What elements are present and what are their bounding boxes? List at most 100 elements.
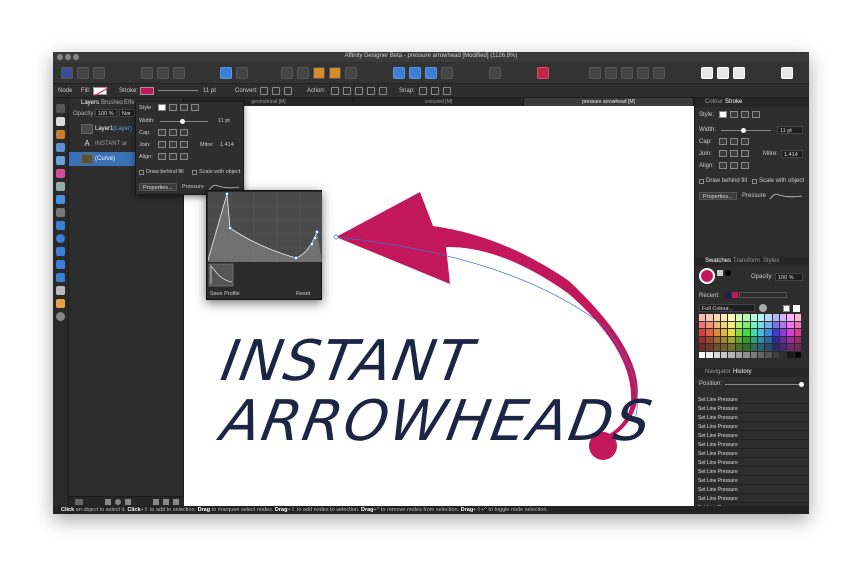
colour-swatch[interactable] xyxy=(728,314,735,321)
properties-button[interactable]: Properties... xyxy=(699,192,737,200)
colour-swatch[interactable] xyxy=(728,321,735,328)
reset-button[interactable]: Reset xyxy=(296,291,310,297)
tab-stroke[interactable]: Stroke xyxy=(725,99,742,105)
boolean-xor-icon[interactable] xyxy=(637,67,649,79)
colour-swatch[interactable] xyxy=(706,336,713,343)
canvas[interactable]: INSTANT ARROWHEADS xyxy=(184,106,694,506)
solid-line-style-icon[interactable] xyxy=(730,111,738,118)
opacity-field[interactable]: 100 % xyxy=(775,273,803,281)
colour-swatch[interactable] xyxy=(713,351,721,358)
mitre-value[interactable]: 1.414 xyxy=(220,142,234,148)
history-item[interactable]: Set Line Pressure xyxy=(695,440,809,449)
colour-picker-icon[interactable] xyxy=(717,270,723,276)
colour-swatch[interactable] xyxy=(728,351,735,358)
pixel-persona-icon[interactable] xyxy=(77,67,89,79)
assistant-icon[interactable] xyxy=(781,67,793,79)
export-persona-icon[interactable] xyxy=(93,67,105,79)
colour-swatch[interactable] xyxy=(721,314,728,321)
rectangle-tool-icon[interactable] xyxy=(56,221,65,230)
ellipse-tool-icon[interactable] xyxy=(56,234,65,243)
colour-swatch[interactable] xyxy=(750,329,757,336)
colour-swatch[interactable] xyxy=(735,329,743,336)
history-item[interactable]: Set Line Pressure xyxy=(695,395,809,404)
black-colour-dot[interactable] xyxy=(725,270,731,276)
colour-swatch[interactable] xyxy=(779,321,787,328)
colour-swatch[interactable] xyxy=(772,329,779,336)
colour-swatch[interactable] xyxy=(787,336,794,343)
square-cap-icon[interactable] xyxy=(180,129,188,136)
flip-icon[interactable] xyxy=(236,67,248,79)
colour-swatch[interactable] xyxy=(765,344,772,351)
hand-tool-icon[interactable] xyxy=(56,299,65,308)
colour-swatch[interactable] xyxy=(735,321,743,328)
history-item[interactable]: Set Line Pressure xyxy=(695,458,809,467)
brush-style-icon[interactable] xyxy=(752,111,760,118)
align-right-icon[interactable] xyxy=(425,67,437,79)
miter-join-icon[interactable] xyxy=(158,141,166,148)
designer-persona-icon[interactable] xyxy=(61,67,73,79)
snap-angle-icon[interactable] xyxy=(443,87,451,95)
fx-icon[interactable] xyxy=(125,499,131,505)
boolean-subtract-icon[interactable] xyxy=(605,67,617,79)
colour-swatch[interactable] xyxy=(706,344,713,351)
tab-styles[interactable]: Styles xyxy=(763,258,779,264)
convert-smooth-icon[interactable] xyxy=(272,87,280,95)
reverse-curves-icon[interactable] xyxy=(379,87,387,95)
colour-swatch[interactable] xyxy=(750,321,757,328)
bevel-join-icon[interactable] xyxy=(741,150,749,157)
colour-swatch[interactable] xyxy=(779,336,787,343)
draw-behind-fill-checkbox[interactable] xyxy=(699,179,704,184)
colour-swatch[interactable] xyxy=(706,329,713,336)
colour-swatch[interactable] xyxy=(779,314,787,321)
no-stroke-style-icon[interactable] xyxy=(719,111,727,118)
colour-swatch[interactable] xyxy=(706,314,713,321)
colour-swatch[interactable] xyxy=(787,314,794,321)
colour-swatch[interactable] xyxy=(706,351,713,358)
stroke-width-slider[interactable] xyxy=(158,90,198,91)
colour-swatch[interactable] xyxy=(713,314,721,321)
colour-swatch[interactable] xyxy=(699,321,706,328)
miter-join-icon[interactable] xyxy=(719,150,727,157)
butt-cap-icon[interactable] xyxy=(719,138,727,145)
colour-swatch[interactable] xyxy=(765,351,772,358)
tab-effects[interactable]: Effe xyxy=(124,100,135,106)
colour-swatch[interactable] xyxy=(757,321,765,328)
place-image-tool-icon[interactable] xyxy=(56,195,65,204)
stroke-well[interactable] xyxy=(140,87,154,95)
text-tool-icon[interactable] xyxy=(56,286,65,295)
align-center-stroke-icon[interactable] xyxy=(730,162,738,169)
dashed-line-style-icon[interactable] xyxy=(741,111,749,118)
align-outside-icon[interactable] xyxy=(180,153,188,160)
current-colour-well[interactable] xyxy=(699,268,715,284)
colour-icon[interactable] xyxy=(701,67,713,79)
colour-swatch[interactable] xyxy=(713,344,721,351)
colour-swatch[interactable] xyxy=(750,336,757,343)
colour-swatch[interactable] xyxy=(787,329,794,336)
pressure-graph[interactable] xyxy=(208,192,322,288)
fill-tool-icon[interactable] xyxy=(56,169,65,178)
new-layer-icon[interactable] xyxy=(153,499,159,505)
colour-swatch[interactable] xyxy=(794,344,801,351)
history-item[interactable]: Set Line Pressure xyxy=(695,404,809,413)
colour-swatch[interactable] xyxy=(721,336,728,343)
colour-swatch[interactable] xyxy=(794,336,801,343)
tab-history[interactable]: History xyxy=(733,369,752,375)
history-item[interactable]: Set Line Pressure xyxy=(695,494,809,503)
blend-mode-select[interactable]: Nor xyxy=(119,109,135,117)
arrange-icon[interactable] xyxy=(313,67,325,79)
retina-view-icon[interactable] xyxy=(173,67,185,79)
scale-with-object-checkbox[interactable] xyxy=(752,179,757,184)
colour-swatch[interactable] xyxy=(735,351,743,358)
align-inside-icon[interactable] xyxy=(719,162,727,169)
scale-with-object-checkbox[interactable] xyxy=(192,170,197,175)
mask-icon[interactable] xyxy=(105,499,111,505)
colour-swatch[interactable] xyxy=(772,336,779,343)
pixel-view-icon[interactable] xyxy=(157,67,169,79)
colour-swatch[interactable] xyxy=(787,321,794,328)
vector-brush-tool-icon[interactable] xyxy=(56,156,65,165)
align-left-icon[interactable] xyxy=(393,67,405,79)
round-cap-icon[interactable] xyxy=(730,138,738,145)
colour-swatch[interactable] xyxy=(794,351,801,358)
history-item[interactable]: Set Line Pressure xyxy=(695,476,809,485)
colour-swatch[interactable] xyxy=(735,344,743,351)
